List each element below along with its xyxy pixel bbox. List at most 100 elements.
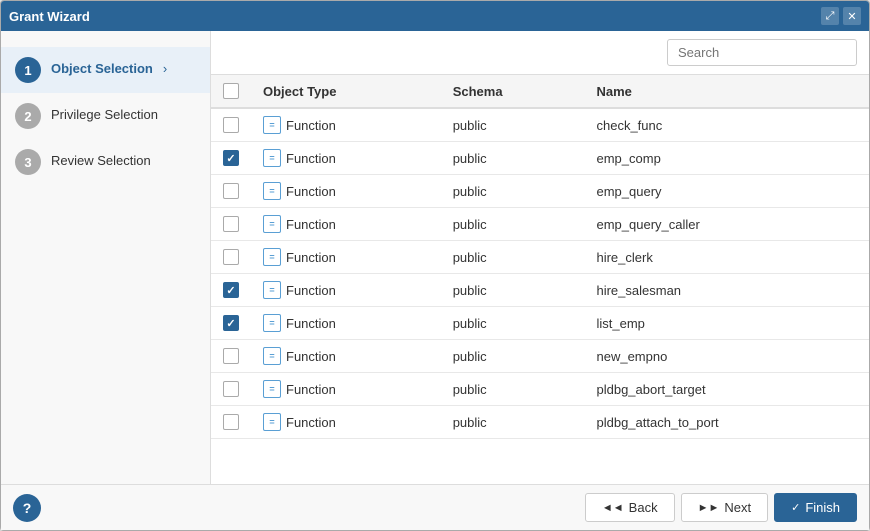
- row-name-1: emp_comp: [584, 142, 869, 175]
- back-icon: ◄◄: [602, 502, 624, 514]
- next-button[interactable]: ►► Next: [681, 493, 769, 522]
- row-checkbox-cell-5: [211, 274, 251, 307]
- step-number-3: 3: [15, 149, 41, 175]
- row-name-0: check_func: [584, 108, 869, 142]
- footer: ? ◄◄ Back ►► Next ✓ Finish: [1, 484, 869, 530]
- select-all-header: [211, 75, 251, 108]
- footer-buttons: ◄◄ Back ►► Next ✓ Finish: [585, 493, 857, 522]
- back-button[interactable]: ◄◄ Back: [585, 493, 675, 522]
- finish-icon: ✓: [791, 501, 800, 514]
- objects-table: Object Type Schema Name = Function: [211, 75, 869, 439]
- row-object-type-2: = Function: [251, 175, 441, 208]
- row-checkbox-9[interactable]: [223, 414, 239, 430]
- row-checkbox-8[interactable]: [223, 381, 239, 397]
- function-icon-7: =: [263, 347, 281, 365]
- row-object-type-3: = Function: [251, 208, 441, 241]
- search-input[interactable]: [667, 39, 857, 66]
- row-checkbox-5[interactable]: [223, 282, 239, 298]
- function-icon-2: =: [263, 182, 281, 200]
- grant-wizard-window: Grant Wizard ⤢ ✕ 1 Object Selection › 2 …: [0, 0, 870, 531]
- table-row: = Function public emp_comp: [211, 142, 869, 175]
- row-object-type-6: = Function: [251, 307, 441, 340]
- row-checkbox-cell-0: [211, 108, 251, 142]
- table-body: = Function public check_func = Function …: [211, 108, 869, 439]
- row-checkbox-7[interactable]: [223, 348, 239, 364]
- select-all-checkbox[interactable]: [223, 83, 239, 99]
- col-header-schema: Schema: [441, 75, 585, 108]
- row-name-9: pldbg_attach_to_port: [584, 406, 869, 439]
- row-checkbox-cell-4: [211, 241, 251, 274]
- row-schema-9: public: [441, 406, 585, 439]
- window-title: Grant Wizard: [9, 9, 90, 24]
- help-button[interactable]: ?: [13, 494, 41, 522]
- object-type-text-7: Function: [286, 349, 336, 364]
- object-type-text-1: Function: [286, 151, 336, 166]
- table-row: = Function public new_empno: [211, 340, 869, 373]
- row-name-8: pldbg_abort_target: [584, 373, 869, 406]
- main-header: [211, 31, 869, 75]
- finish-button[interactable]: ✓ Finish: [774, 493, 857, 522]
- row-schema-7: public: [441, 340, 585, 373]
- row-schema-5: public: [441, 274, 585, 307]
- row-object-type-9: = Function: [251, 406, 441, 439]
- table-row: = Function public hire_clerk: [211, 241, 869, 274]
- content-area: 1 Object Selection › 2 Privilege Selecti…: [1, 31, 869, 484]
- object-type-text-0: Function: [286, 118, 336, 133]
- sidebar: 1 Object Selection › 2 Privilege Selecti…: [1, 31, 211, 484]
- row-checkbox-2[interactable]: [223, 183, 239, 199]
- step-label-1: Object Selection: [51, 57, 153, 78]
- step-label-2: Privilege Selection: [51, 103, 158, 124]
- row-object-type-4: = Function: [251, 241, 441, 274]
- row-name-4: hire_clerk: [584, 241, 869, 274]
- object-type-text-4: Function: [286, 250, 336, 265]
- function-icon-9: =: [263, 413, 281, 431]
- title-bar: Grant Wizard ⤢ ✕: [1, 1, 869, 31]
- row-object-type-0: = Function: [251, 108, 441, 142]
- row-name-7: new_empno: [584, 340, 869, 373]
- row-checkbox-1[interactable]: [223, 150, 239, 166]
- col-header-name: Name: [584, 75, 869, 108]
- maximize-button[interactable]: ⤢: [821, 7, 839, 25]
- step-number-1: 1: [15, 57, 41, 83]
- function-icon-4: =: [263, 248, 281, 266]
- table-container: Object Type Schema Name = Function: [211, 75, 869, 484]
- table-row: = Function public check_func: [211, 108, 869, 142]
- next-icon: ►►: [698, 502, 720, 514]
- table-row: = Function public pldbg_attach_to_port: [211, 406, 869, 439]
- object-type-text-2: Function: [286, 184, 336, 199]
- row-checkbox-cell-6: [211, 307, 251, 340]
- row-schema-3: public: [441, 208, 585, 241]
- window-controls: ⤢ ✕: [821, 7, 861, 25]
- close-button[interactable]: ✕: [843, 7, 861, 25]
- row-object-type-1: = Function: [251, 142, 441, 175]
- table-row: = Function public emp_query_caller: [211, 208, 869, 241]
- object-type-text-9: Function: [286, 415, 336, 430]
- row-schema-2: public: [441, 175, 585, 208]
- sidebar-step-3[interactable]: 3 Review Selection: [1, 139, 210, 185]
- row-schema-8: public: [441, 373, 585, 406]
- row-checkbox-0[interactable]: [223, 117, 239, 133]
- sidebar-step-1[interactable]: 1 Object Selection ›: [1, 47, 210, 93]
- row-checkbox-4[interactable]: [223, 249, 239, 265]
- finish-label: Finish: [805, 500, 840, 515]
- col-header-object-type: Object Type: [251, 75, 441, 108]
- row-checkbox-cell-8: [211, 373, 251, 406]
- row-schema-6: public: [441, 307, 585, 340]
- object-type-text-5: Function: [286, 283, 336, 298]
- table-row: = Function public pldbg_abort_target: [211, 373, 869, 406]
- row-object-type-8: = Function: [251, 373, 441, 406]
- row-checkbox-cell-1: [211, 142, 251, 175]
- step-label-3: Review Selection: [51, 149, 151, 170]
- row-schema-4: public: [441, 241, 585, 274]
- function-icon-6: =: [263, 314, 281, 332]
- row-checkbox-cell-7: [211, 340, 251, 373]
- sidebar-step-2[interactable]: 2 Privilege Selection: [1, 93, 210, 139]
- row-checkbox-cell-9: [211, 406, 251, 439]
- row-checkbox-3[interactable]: [223, 216, 239, 232]
- function-icon-8: =: [263, 380, 281, 398]
- row-schema-0: public: [441, 108, 585, 142]
- row-name-6: list_emp: [584, 307, 869, 340]
- function-icon-1: =: [263, 149, 281, 167]
- row-checkbox-6[interactable]: [223, 315, 239, 331]
- main-panel: Object Type Schema Name = Function: [211, 31, 869, 484]
